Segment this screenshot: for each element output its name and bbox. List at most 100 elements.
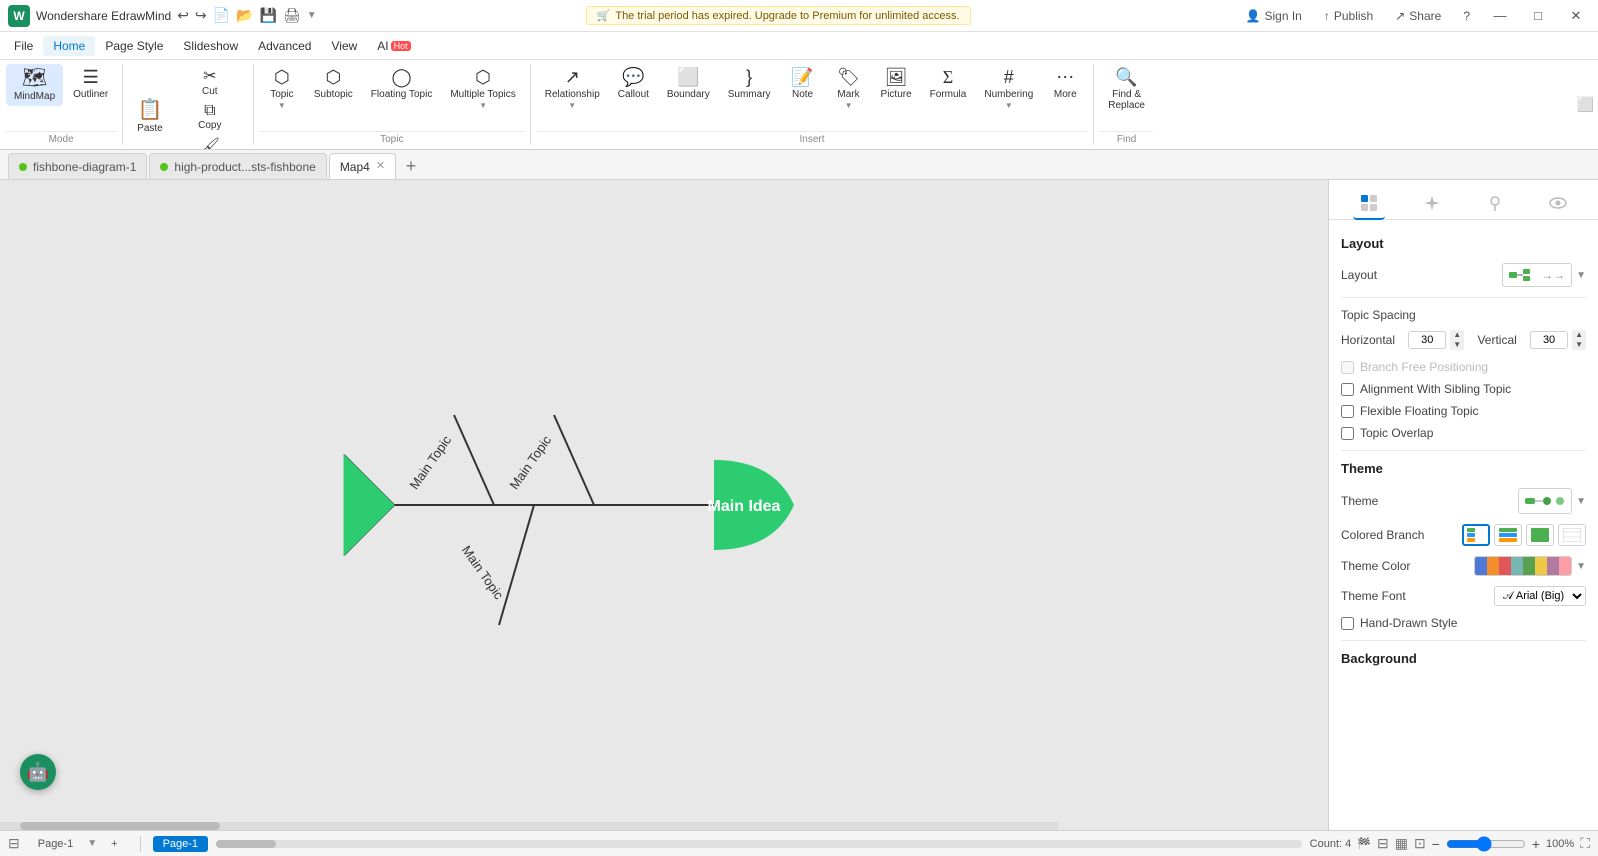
flexible-floating-checkbox[interactable] (1341, 405, 1354, 418)
help-btn[interactable]: ? (1457, 7, 1476, 25)
print-btn[interactable]: 🖨 (283, 7, 301, 24)
theme-dropdown-arrow[interactable]: ▼ (1576, 496, 1586, 507)
tab-map4[interactable]: Map4 ✕ (329, 153, 396, 179)
minimize-btn[interactable]: — (1486, 2, 1514, 30)
tab-close-btn[interactable]: ✕ (376, 161, 385, 172)
canvas[interactable]: Main Topic Main Topic Main Topic Main Id… (0, 180, 1328, 830)
scrollbar-thumb (216, 840, 276, 848)
relationship-btn[interactable]: ↗ Relationship ▼ (537, 64, 608, 114)
menu-file[interactable]: File (4, 36, 43, 56)
color-strip[interactable] (1474, 556, 1572, 576)
picture-btn[interactable]: 🖼 Picture (873, 64, 920, 104)
cut-btn[interactable]: ✂ Cut (173, 64, 247, 99)
mindmap-btn[interactable]: 🗺 MindMap (6, 64, 63, 106)
maximize-btn[interactable]: □ (1524, 2, 1552, 30)
theme-font-select[interactable]: 𝒜 Arial (Big) (1494, 586, 1586, 606)
redo-btn[interactable]: ↪ (195, 7, 207, 24)
menu-advanced[interactable]: Advanced (248, 36, 321, 56)
hand-drawn-checkbox[interactable] (1341, 617, 1354, 630)
view-mode-1[interactable]: ⊟ (1377, 835, 1389, 852)
vertical-input[interactable] (1530, 331, 1568, 349)
subtopic-btn[interactable]: ⬡ Subtopic (306, 64, 361, 104)
find-replace-btn[interactable]: 🔍 Find &Replace (1100, 64, 1153, 115)
format-painter-btn[interactable]: 🖌 Format Painter (173, 134, 247, 150)
tab-add-btn[interactable]: + (398, 153, 424, 179)
scrollbar-area[interactable] (216, 840, 1302, 848)
callout-btn[interactable]: 💬 Callout (610, 64, 657, 104)
color-dropdown-arrow[interactable]: ▼ (1576, 561, 1586, 572)
branch-option-4[interactable] (1558, 524, 1586, 546)
menu-page-style[interactable]: Page Style (95, 36, 173, 56)
paste-btn[interactable]: 📋 Paste (129, 96, 171, 138)
tab-fishbone-2[interactable]: high-product...sts-fishbone (149, 153, 326, 179)
fit-screen-btn[interactable]: ⊡ (1414, 835, 1426, 852)
trial-banner[interactable]: 🛒 The trial period has expired. Upgrade … (586, 6, 971, 25)
hand-drawn-label: Hand-Drawn Style (1360, 616, 1457, 630)
tab-dot-1 (19, 163, 27, 171)
zoom-in-btn[interactable]: + (1532, 836, 1540, 852)
theme-preview[interactable] (1518, 488, 1572, 514)
menu-slideshow[interactable]: Slideshow (173, 36, 248, 56)
layout-dropdown-arrow[interactable]: ▼ (1576, 270, 1586, 281)
multiple-topics-btn[interactable]: ⬡ Multiple Topics ▼ (442, 64, 523, 114)
branch-option-2[interactable] (1494, 524, 1522, 546)
panel-tab-sparkle[interactable] (1416, 188, 1448, 220)
page-tab-item[interactable]: Page-1 (28, 836, 83, 852)
panel-content: Layout Layout →→ (1329, 220, 1598, 690)
dropdown-btn[interactable]: ▼ (307, 10, 317, 21)
panel-tab-layout[interactable] (1353, 188, 1385, 220)
page-tab-active[interactable]: Page-1 (153, 836, 208, 852)
branch-free-checkbox[interactable] (1341, 361, 1354, 374)
share-btn[interactable]: ↗ Share (1389, 7, 1447, 25)
vertical-up[interactable]: ▲ (1572, 330, 1586, 340)
more-btn[interactable]: ⋯ More (1043, 64, 1087, 104)
fullscreen-btn[interactable]: ⛶ (1580, 835, 1590, 852)
horizontal-down[interactable]: ▼ (1450, 340, 1464, 350)
publish-btn[interactable]: ↑ Publish (1318, 7, 1379, 25)
panel-collapse-btn[interactable]: ⬜ (1577, 96, 1594, 113)
ribbon-group-mode: 🗺 MindMap ☰ Outliner Mode (0, 64, 123, 145)
numbering-btn[interactable]: # Numbering ▼ (976, 64, 1041, 114)
undo-btn[interactable]: ↩ (177, 7, 189, 24)
note-btn[interactable]: 📝 Note (781, 64, 825, 104)
layout-preview[interactable]: →→ (1502, 263, 1572, 287)
ai-assistant-btn[interactable]: 🤖 (20, 754, 56, 790)
cut-icon: ✂ (203, 66, 216, 86)
menu-ai[interactable]: AIHot (367, 36, 420, 56)
add-page-btn[interactable]: + (101, 836, 127, 852)
titlebar-right: 👤 Sign In ↑ Publish ↗ Share ? — □ ✕ (1240, 2, 1590, 30)
tab-fishbone-1[interactable]: fishbone-diagram-1 (8, 153, 147, 179)
menu-home[interactable]: Home (43, 36, 95, 56)
alignment-sibling-checkbox[interactable] (1341, 383, 1354, 396)
panel-tab-location[interactable] (1479, 188, 1511, 220)
topic-overlap-checkbox[interactable] (1341, 427, 1354, 440)
open-btn[interactable]: 📂 (236, 7, 253, 24)
summary-btn[interactable]: } Summary (720, 64, 779, 104)
sign-in-btn[interactable]: 👤 Sign In (1240, 7, 1308, 25)
zoom-out-btn[interactable]: − (1432, 836, 1440, 852)
outliner-btn[interactable]: ☰ Outliner (65, 64, 116, 104)
topic-btn[interactable]: ⬡ Topic ▼ (260, 64, 304, 114)
branch-option-3[interactable] (1526, 524, 1554, 546)
boundary-btn[interactable]: ⬜ Boundary (659, 64, 718, 104)
save-btn[interactable]: 💾 (260, 7, 277, 24)
vertical-down[interactable]: ▼ (1572, 340, 1586, 350)
close-btn[interactable]: ✕ (1562, 2, 1590, 30)
horizontal-row: Horizontal ▲ ▼ Vertical ▲ (1341, 330, 1586, 350)
panel-tabs (1329, 180, 1598, 220)
branch-option-1[interactable] (1462, 524, 1490, 546)
new-btn[interactable]: 📄 (213, 7, 230, 24)
mark-btn[interactable]: 🏷 Mark ▼ (827, 64, 871, 114)
copy-btn[interactable]: ⧉ Copy (173, 100, 247, 133)
floating-topic-btn[interactable]: ◯ Floating Topic (363, 64, 441, 104)
page-dropdown[interactable]: ▼ (87, 838, 97, 849)
view-mode-2[interactable]: ▦ (1395, 835, 1408, 852)
horizontal-input[interactable] (1408, 331, 1446, 349)
horizontal-up[interactable]: ▲ (1450, 330, 1464, 340)
user-icon: 👤 (1246, 9, 1261, 23)
formula-btn[interactable]: Σ Formula (922, 64, 975, 104)
menu-view[interactable]: View (321, 36, 367, 56)
zoom-slider[interactable] (1446, 836, 1526, 852)
sidebar-toggle[interactable]: ⊟ (8, 835, 20, 852)
panel-tab-eye[interactable] (1542, 188, 1574, 220)
